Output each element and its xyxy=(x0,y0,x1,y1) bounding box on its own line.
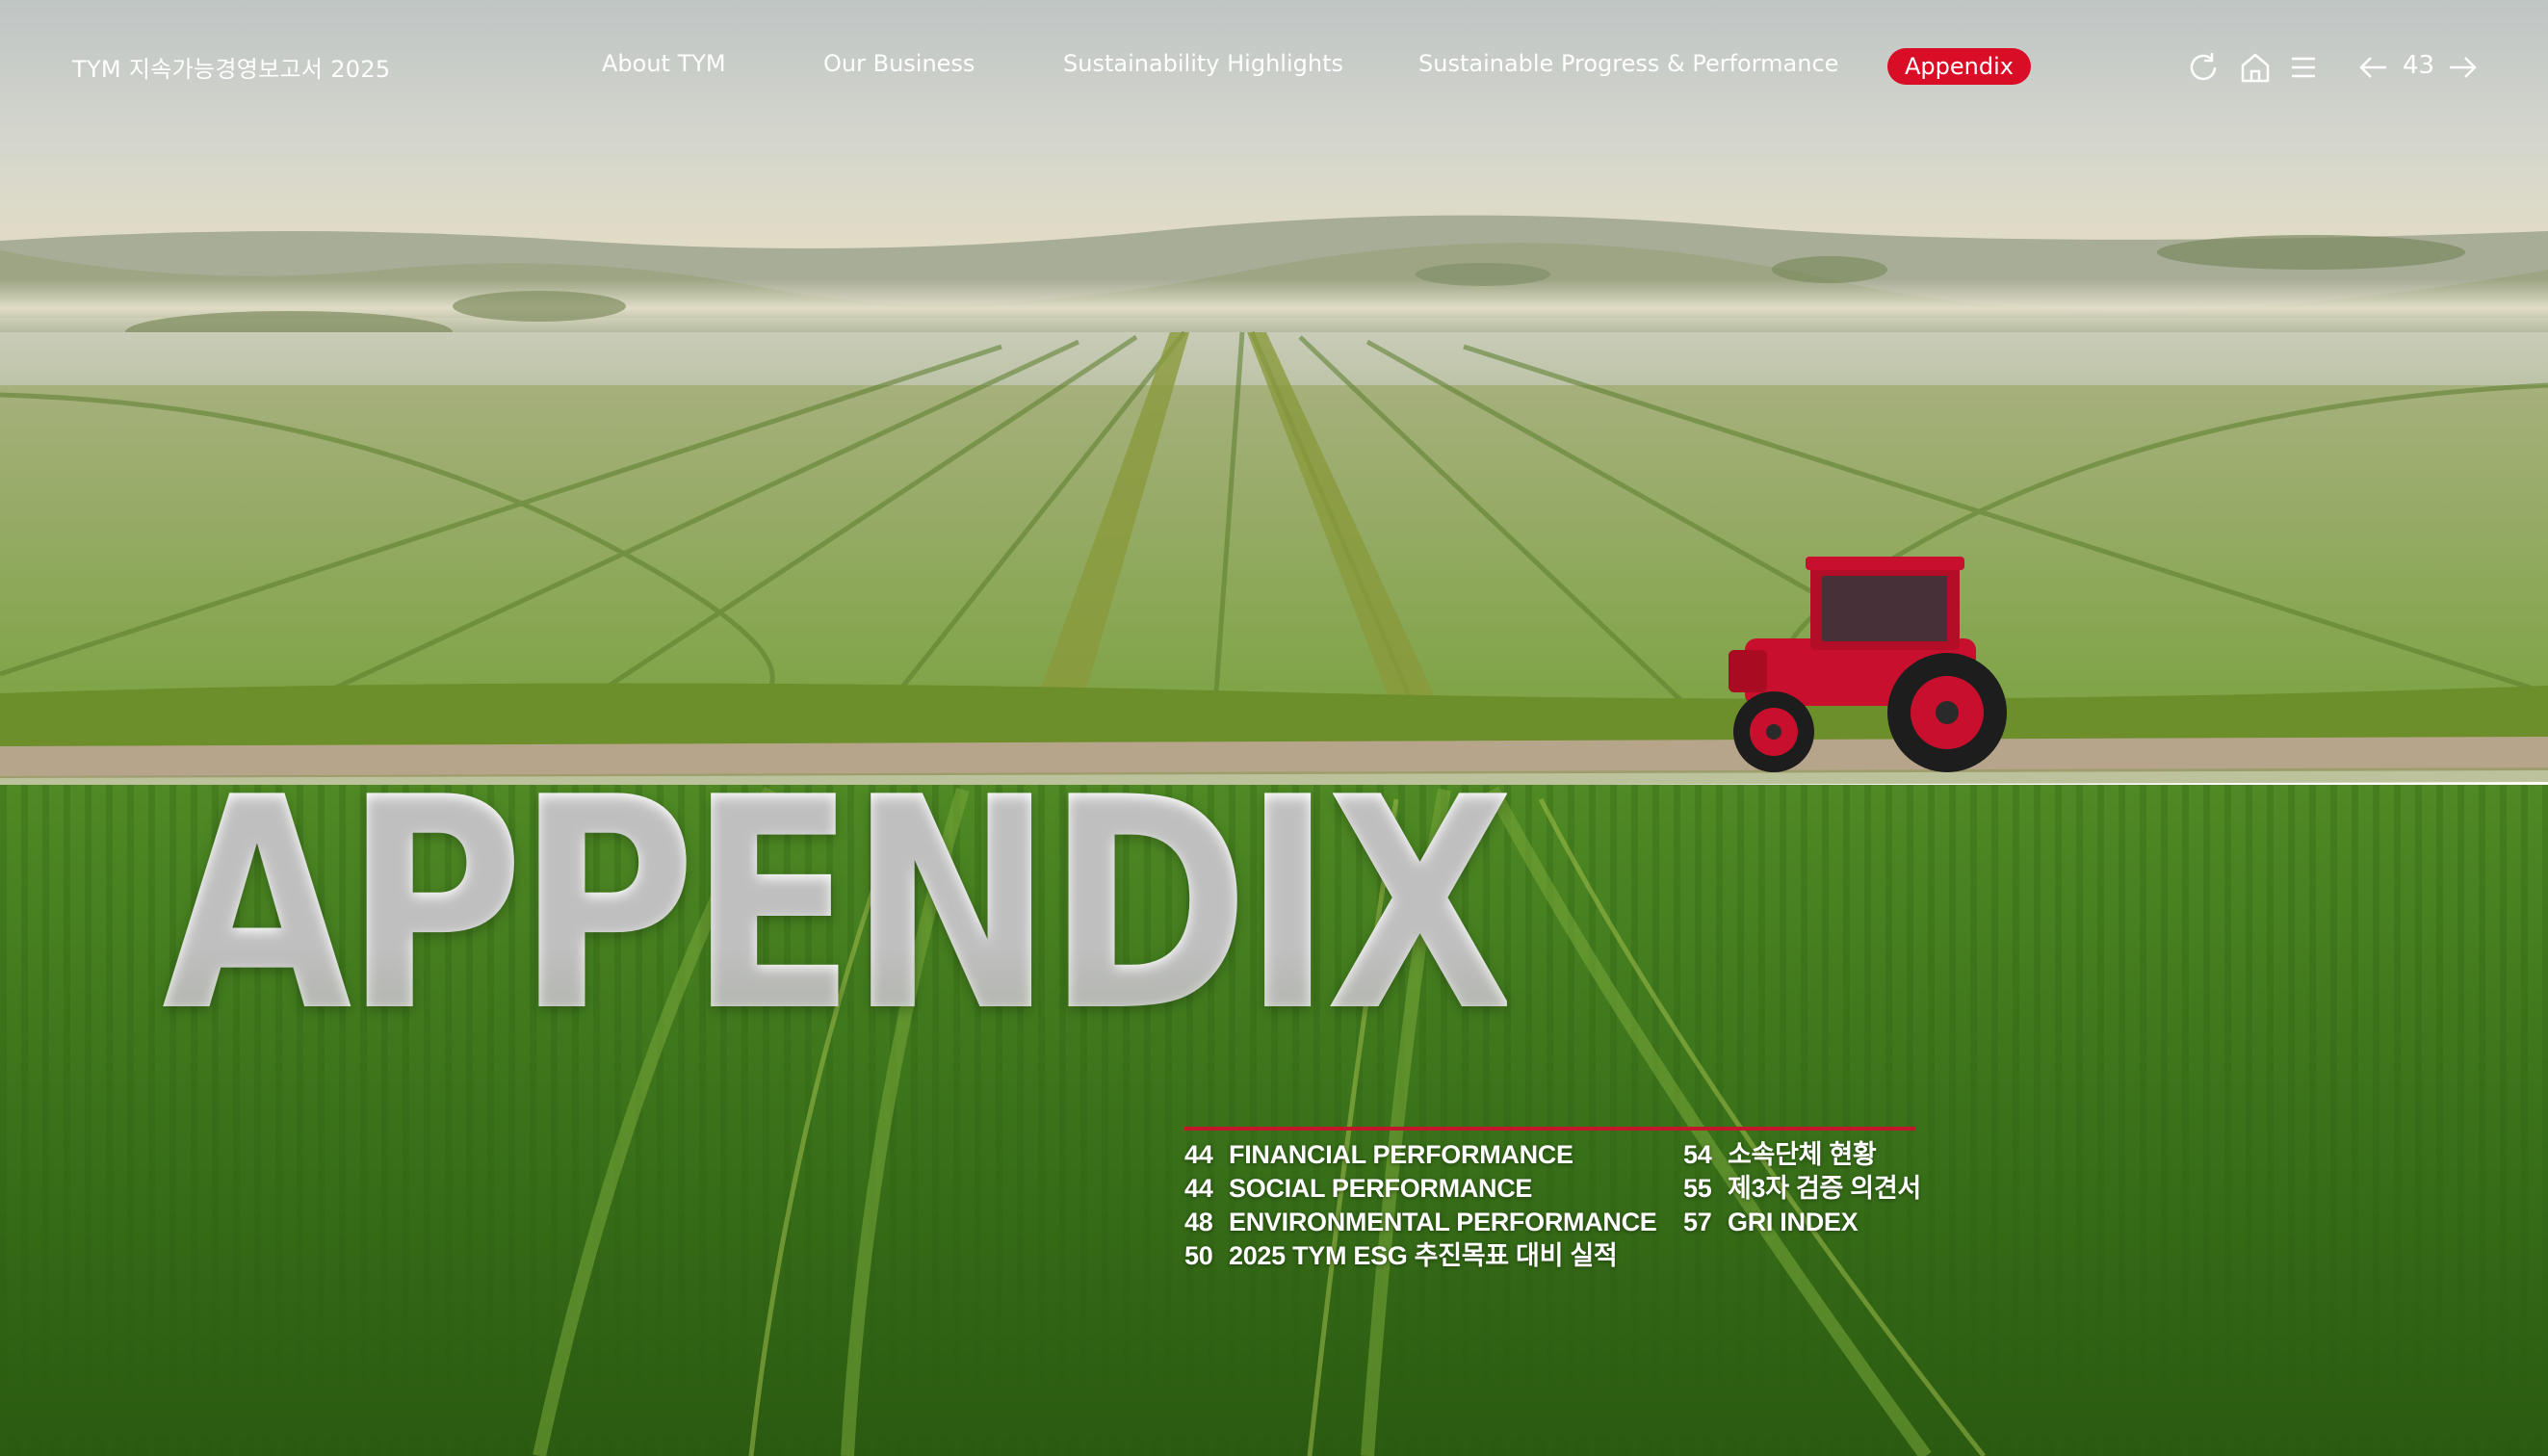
top-navigation-bar: TYM 지속가능경영보고서 2025 About TYM Our Busines… xyxy=(0,0,2548,135)
toc-page-number: 48 xyxy=(1184,1208,1213,1236)
toc-page-number: 54 xyxy=(1683,1140,1712,1169)
report-title[interactable]: TYM 지속가능경영보고서 2025 xyxy=(72,50,390,84)
toc-label: 제3자 검증 의견서 xyxy=(1728,1174,1921,1203)
nav-about-tym[interactable]: About TYM xyxy=(602,50,726,77)
home-icon[interactable] xyxy=(2238,50,2273,85)
toc-label: 소속단체 현황 xyxy=(1728,1140,1877,1169)
toc-label: SOCIAL PERFORMANCE xyxy=(1229,1174,1533,1203)
toc-item-gri-index[interactable]: 57 GRI INDEX xyxy=(1683,1206,1921,1239)
arrow-right-icon[interactable] xyxy=(2446,50,2481,85)
page-number: 43 xyxy=(2403,51,2435,80)
toc-page-number: 57 xyxy=(1683,1208,1712,1236)
toc-left-column: 44 FINANCIAL PERFORMANCE 44 SOCIAL PERFO… xyxy=(1184,1138,1657,1273)
toc-label: FINANCIAL PERFORMANCE xyxy=(1229,1140,1573,1169)
toc-label: ENVIRONMENTAL PERFORMANCE xyxy=(1229,1208,1657,1236)
toc-label: GRI INDEX xyxy=(1728,1208,1859,1236)
toc-page-number: 44 xyxy=(1184,1140,1213,1169)
nav-appendix-active[interactable]: Appendix xyxy=(1887,48,2031,85)
toc-item-third-party-assurance[interactable]: 55 제3자 검증 의견서 xyxy=(1683,1172,1921,1206)
nav-sustainable-progress-performance[interactable]: Sustainable Progress & Performance xyxy=(1418,50,1838,77)
toc-page-number: 44 xyxy=(1184,1174,1213,1203)
toc-item-environmental-performance[interactable]: 48 ENVIRONMENTAL PERFORMANCE xyxy=(1184,1206,1657,1239)
refresh-icon[interactable] xyxy=(2186,50,2221,85)
nav-our-business[interactable]: Our Business xyxy=(823,50,975,77)
toc-page-number: 50 xyxy=(1184,1241,1213,1270)
toc-item-financial-performance[interactable]: 44 FINANCIAL PERFORMANCE xyxy=(1184,1138,1657,1172)
toc-item-social-performance[interactable]: 44 SOCIAL PERFORMANCE xyxy=(1184,1172,1657,1206)
toc-divider xyxy=(1184,1127,1916,1131)
arrow-left-icon[interactable] xyxy=(2355,50,2390,85)
menu-icon[interactable] xyxy=(2286,50,2321,85)
toc-label: 2025 TYM ESG 추진목표 대비 실적 xyxy=(1229,1241,1618,1270)
toc-right-column: 54 소속단체 현황 55 제3자 검증 의견서 57 GRI INDEX xyxy=(1683,1138,1921,1239)
toc-item-memberships[interactable]: 54 소속단체 현황 xyxy=(1683,1138,1921,1172)
toc-page-number: 55 xyxy=(1683,1174,1712,1203)
hero-title: APPENDIX xyxy=(162,735,1515,1076)
nav-sustainability-highlights[interactable]: Sustainability Highlights xyxy=(1063,50,1343,77)
toc-item-esg-goals-results[interactable]: 50 2025 TYM ESG 추진목표 대비 실적 xyxy=(1184,1239,1657,1273)
